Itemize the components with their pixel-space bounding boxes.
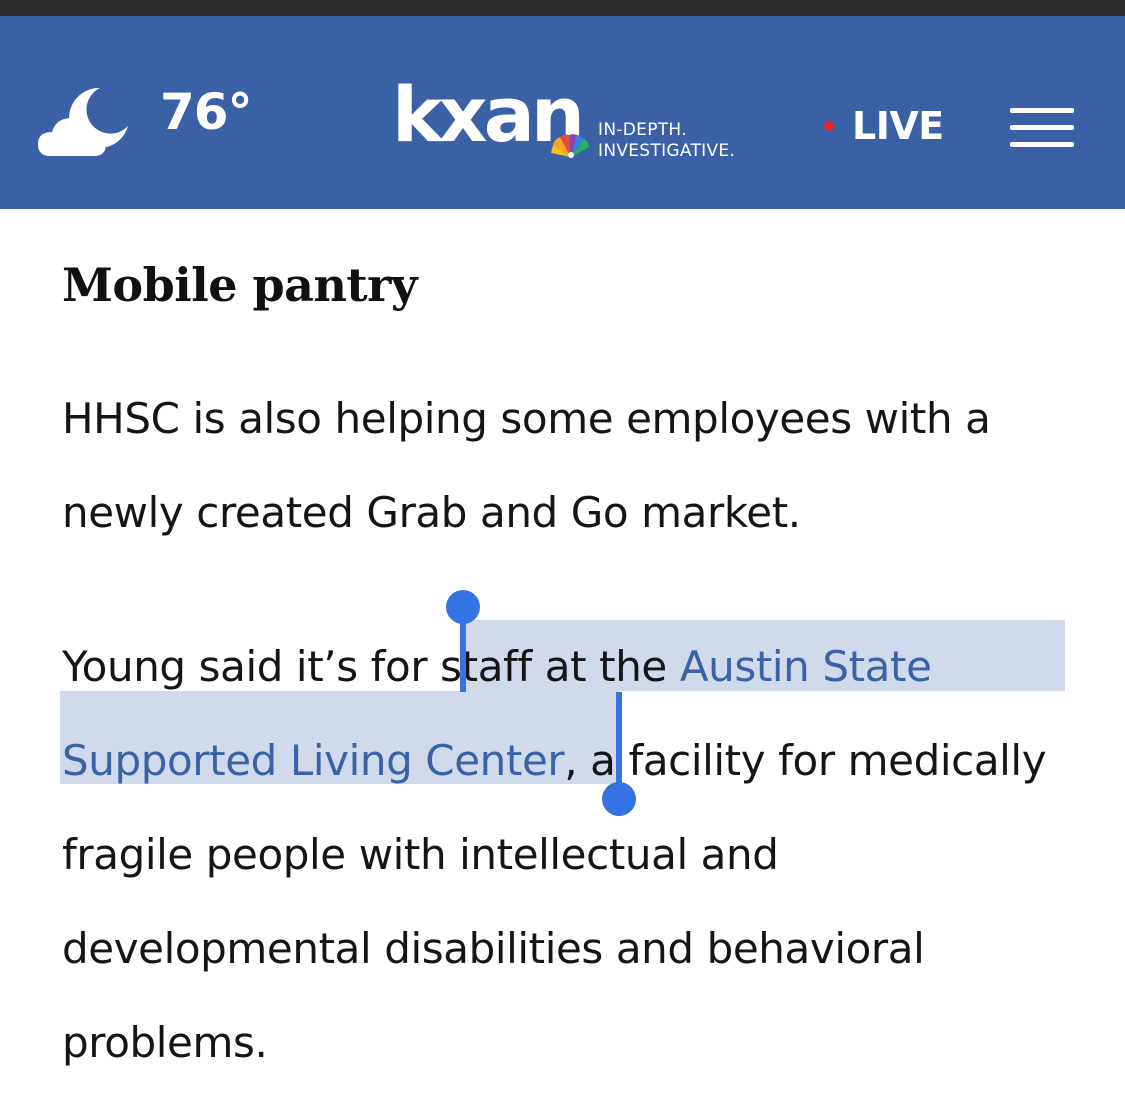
- selection-end-handle[interactable]: [602, 782, 636, 816]
- tagline-line-2: INVESTIGATIVE.: [598, 141, 736, 161]
- section-title: Mobile pantry: [62, 258, 418, 312]
- selection-start-caret: [460, 610, 466, 692]
- live-button[interactable]: LIVE: [824, 102, 944, 150]
- selection-end-caret: [616, 692, 622, 792]
- temperature[interactable]: 76°: [160, 82, 253, 142]
- paragraph: Young said it’s for staff at the Austin …: [62, 620, 1072, 1090]
- live-label: LIVE: [852, 104, 944, 148]
- menu-bar: [1010, 108, 1074, 113]
- tagline-line-1: IN-DEPTH.: [598, 120, 687, 140]
- site-header: 76° kxan IN-DEPTH. INVESTIGATIVE. LIVE: [0, 16, 1125, 209]
- status-strip: [0, 0, 1125, 16]
- live-dot-icon: [824, 121, 834, 131]
- menu-bar: [1010, 125, 1074, 130]
- paragraph: HHSC is also helping some employees with…: [62, 394, 991, 537]
- paragraph-text: Young said it’s for: [62, 642, 441, 691]
- site-tagline: IN-DEPTH. INVESTIGATIVE.: [598, 120, 735, 162]
- selected-text: staff at the: [440, 642, 680, 691]
- paragraph-text: , a facility for medically fragile peopl…: [62, 736, 1047, 1067]
- menu-icon[interactable]: [1010, 108, 1074, 148]
- cloud-moon-icon: [38, 87, 128, 156]
- menu-bar: [1010, 142, 1074, 147]
- peacock-icon: [551, 134, 589, 158]
- article-body: Mobile pantry HHSC is also helping some …: [62, 240, 1072, 1090]
